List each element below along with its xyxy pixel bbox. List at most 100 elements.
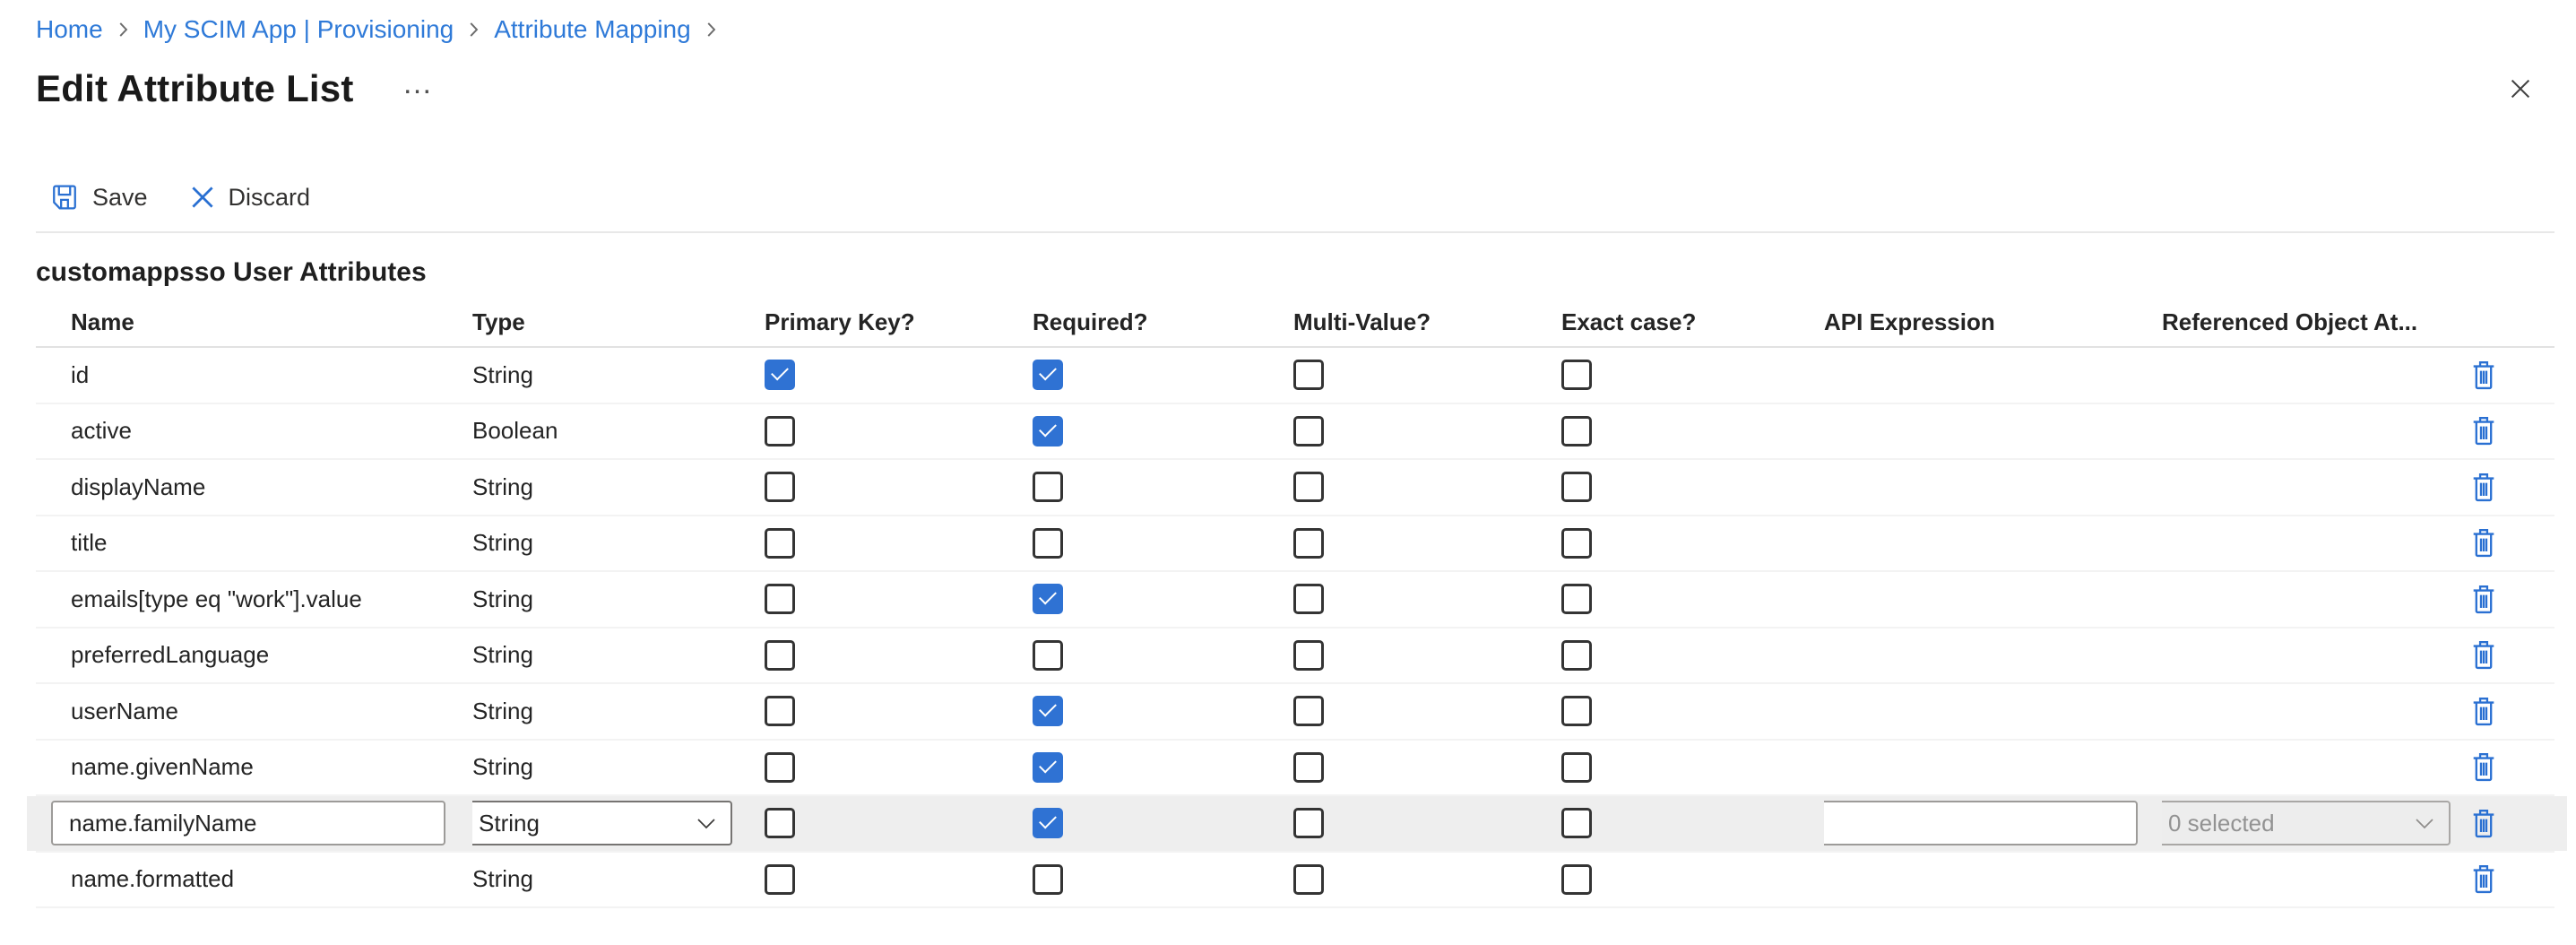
delete-cell: [2468, 637, 2554, 672]
checkbox-multi-value[interactable]: [1293, 360, 1324, 390]
delete-row-button[interactable]: [2468, 525, 2499, 560]
attribute-type-cell: String: [472, 801, 765, 845]
checkbox-primary-key[interactable]: [765, 528, 795, 559]
delete-row-button[interactable]: [2468, 637, 2499, 672]
checkbox-exact-case[interactable]: [1561, 472, 1592, 502]
checkbox-multi-value[interactable]: [1293, 584, 1324, 614]
required-cell: [1033, 808, 1293, 838]
attribute-row: userName String: [36, 684, 2554, 741]
checkbox-multi-value[interactable]: [1293, 808, 1324, 838]
checkbox-primary-key[interactable]: [765, 360, 795, 390]
attribute-type-select[interactable]: String: [472, 801, 732, 845]
checkbox-exact-case[interactable]: [1561, 752, 1592, 783]
checkbox-primary-key[interactable]: [765, 696, 795, 726]
delete-row-button[interactable]: [2468, 582, 2499, 617]
checkbox-multi-value[interactable]: [1293, 696, 1324, 726]
page-title: Edit Attribute List: [36, 67, 354, 110]
attribute-name: displayName: [36, 473, 472, 501]
close-blade-button[interactable]: [2501, 69, 2540, 108]
required-cell: [1033, 584, 1293, 614]
delete-cell: [2468, 582, 2554, 617]
attribute-row: preferredLanguage String: [36, 629, 2554, 685]
checkbox-required[interactable]: [1033, 472, 1063, 502]
discard-button[interactable]: Discard: [189, 184, 311, 212]
checkbox-exact-case[interactable]: [1561, 696, 1592, 726]
checkbox-multi-value[interactable]: [1293, 752, 1324, 783]
column-header-multi-value: Multi-Value?: [1293, 308, 1561, 336]
checkbox-exact-case[interactable]: [1561, 416, 1592, 446]
multi-value-cell: [1293, 808, 1561, 838]
checkbox-primary-key[interactable]: [765, 640, 795, 671]
attribute-type: String: [472, 473, 765, 501]
checkbox-required[interactable]: [1033, 640, 1063, 671]
checkbox-primary-key[interactable]: [765, 472, 795, 502]
checkbox-primary-key[interactable]: [765, 584, 795, 614]
checkbox-primary-key[interactable]: [765, 808, 795, 838]
required-cell: [1033, 528, 1293, 559]
exact-case-cell: [1561, 416, 1824, 446]
checkbox-exact-case[interactable]: [1561, 584, 1592, 614]
delete-row-button[interactable]: [2468, 694, 2499, 729]
checkbox-multi-value[interactable]: [1293, 472, 1324, 502]
delete-row-button[interactable]: [2468, 806, 2499, 841]
delete-row-button[interactable]: [2468, 470, 2499, 505]
chevron-down-icon: [696, 818, 716, 829]
checkbox-primary-key[interactable]: [765, 416, 795, 446]
primary-key-cell: [765, 752, 1033, 783]
primary-key-cell: [765, 360, 1033, 390]
attribute-name: title: [36, 529, 472, 557]
breadcrumb-link-0[interactable]: Home: [36, 14, 103, 45]
attribute-name: emails[type eq "work"].value: [36, 585, 472, 613]
multi-value-cell: [1293, 528, 1561, 559]
checkbox-multi-value[interactable]: [1293, 416, 1324, 446]
required-cell: [1033, 864, 1293, 895]
exact-case-cell: [1561, 864, 1824, 895]
breadcrumb-link-1[interactable]: My SCIM App | Provisioning: [143, 14, 454, 45]
checkbox-required[interactable]: [1033, 808, 1063, 838]
checkbox-exact-case[interactable]: [1561, 808, 1592, 838]
trash-icon: [2470, 472, 2497, 503]
breadcrumb-link-2[interactable]: Attribute Mapping: [494, 14, 690, 45]
checkbox-required[interactable]: [1033, 528, 1063, 559]
checkbox-required[interactable]: [1033, 864, 1063, 895]
attribute-name: userName: [36, 698, 472, 725]
attribute-name-input[interactable]: [51, 801, 445, 845]
checkbox-required[interactable]: [1033, 584, 1063, 614]
save-button[interactable]: Save: [49, 182, 148, 212]
trash-icon: [2470, 751, 2497, 783]
more-actions-button[interactable]: …: [402, 74, 433, 92]
checkbox-required[interactable]: [1033, 696, 1063, 726]
chevron-down-icon: [2415, 818, 2434, 829]
column-header-referenced-object: Referenced Object At...: [2162, 308, 2468, 336]
attribute-row: name.formatted String: [36, 853, 2554, 909]
delete-row-button[interactable]: [2468, 750, 2499, 785]
checkbox-exact-case[interactable]: [1561, 528, 1592, 559]
referenced-object-cell: 0 selected: [2162, 801, 2468, 845]
delete-cell: [2468, 470, 2554, 505]
checkbox-required[interactable]: [1033, 416, 1063, 446]
delete-row-button[interactable]: [2468, 358, 2499, 393]
checkbox-required[interactable]: [1033, 752, 1063, 783]
primary-key-cell: [765, 696, 1033, 726]
checkbox-primary-key[interactable]: [765, 752, 795, 783]
api-expression-input[interactable]: [1824, 801, 2138, 845]
checkbox-exact-case[interactable]: [1561, 640, 1592, 671]
primary-key-cell: [765, 864, 1033, 895]
multi-value-cell: [1293, 864, 1561, 895]
trash-icon: [2470, 863, 2497, 895]
checkbox-exact-case[interactable]: [1561, 864, 1592, 895]
required-cell: [1033, 696, 1293, 726]
primary-key-cell: [765, 472, 1033, 502]
checkbox-required[interactable]: [1033, 360, 1063, 390]
required-cell: [1033, 416, 1293, 446]
checkbox-primary-key[interactable]: [765, 864, 795, 895]
checkbox-multi-value[interactable]: [1293, 528, 1324, 559]
checkbox-exact-case[interactable]: [1561, 360, 1592, 390]
attribute-row: title String: [36, 516, 2554, 573]
checkbox-multi-value[interactable]: [1293, 864, 1324, 895]
exact-case-cell: [1561, 584, 1824, 614]
delete-row-button[interactable]: [2468, 862, 2499, 897]
delete-row-button[interactable]: [2468, 413, 2499, 448]
checkbox-multi-value[interactable]: [1293, 640, 1324, 671]
referenced-object-select[interactable]: 0 selected: [2162, 801, 2451, 845]
